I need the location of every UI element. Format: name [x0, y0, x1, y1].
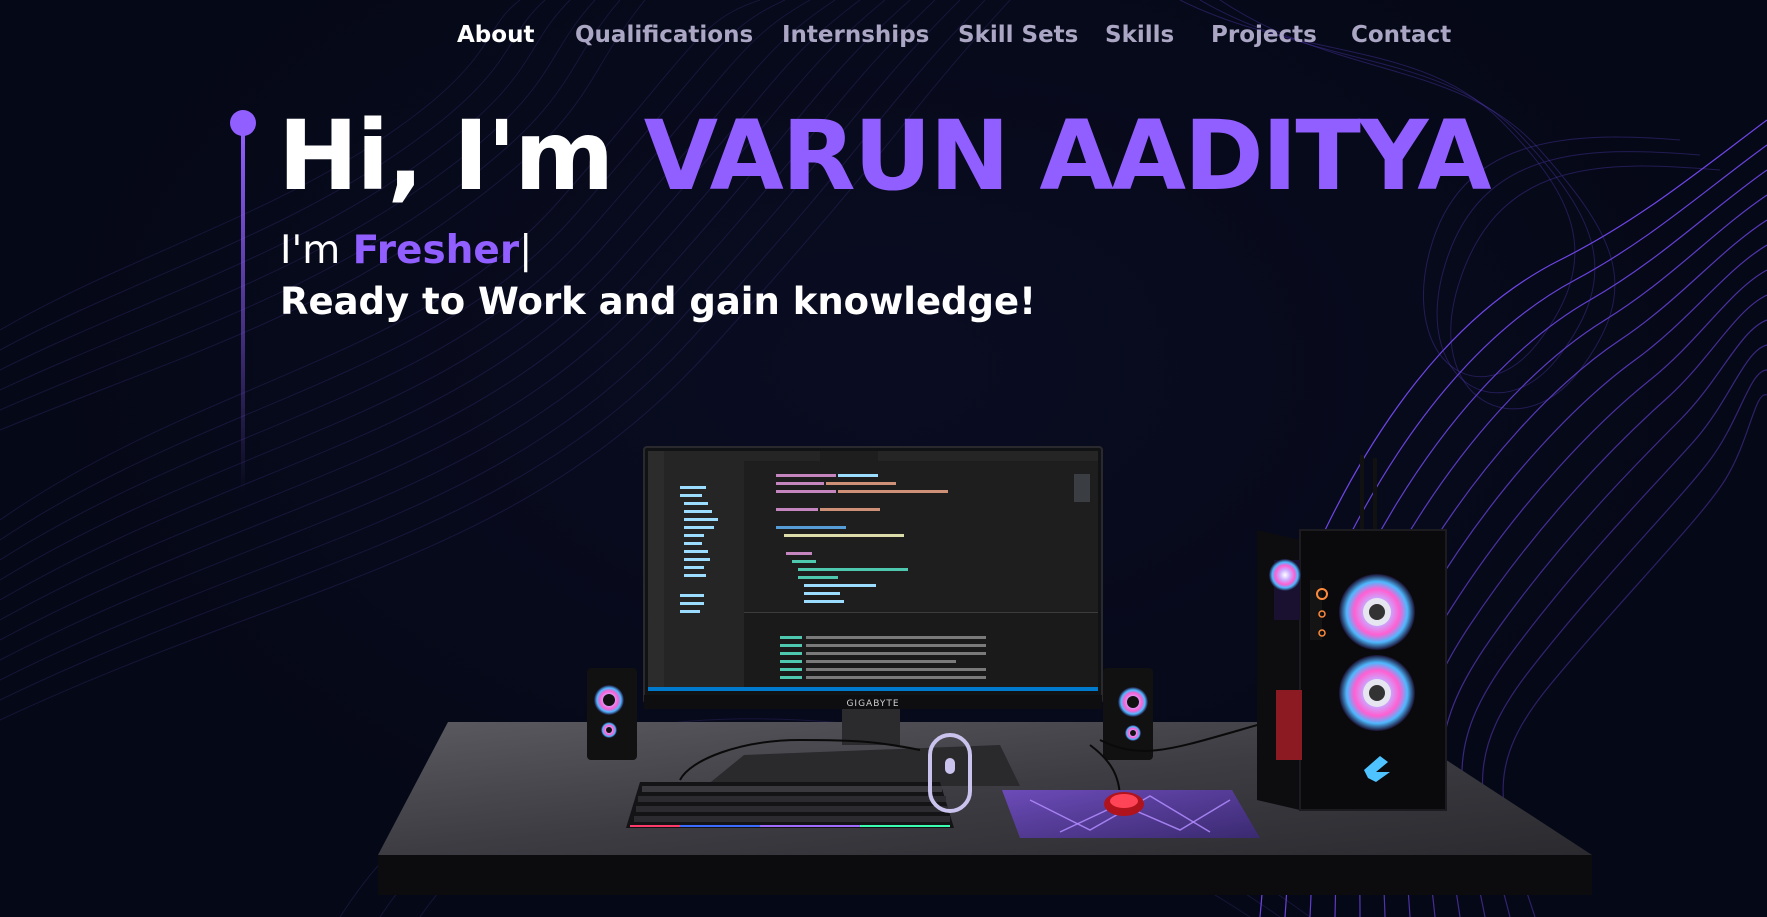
left-speaker — [587, 668, 637, 760]
hero-page: About Qualifications Internships Skill S… — [0, 0, 1767, 917]
desktop-pc-scene[interactable]: GIGABYTE — [0, 0, 1767, 917]
keyboard — [626, 782, 954, 828]
monitor-brand-label: GIGABYTE — [846, 699, 899, 709]
right-speaker — [1103, 668, 1153, 760]
mousepad — [1002, 790, 1260, 838]
pc-tower — [1257, 455, 1447, 811]
